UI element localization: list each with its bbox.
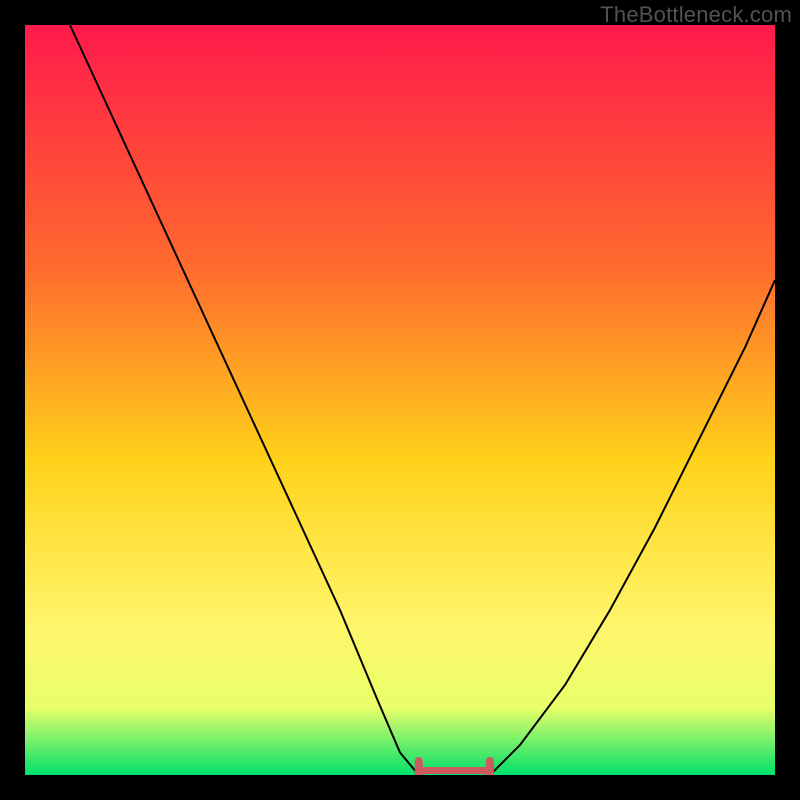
marker-dot	[434, 767, 440, 773]
marker-endcap-left	[415, 757, 423, 775]
marker-dot	[446, 767, 452, 773]
watermark-label: TheBottleneck.com	[600, 2, 792, 28]
bottleneck-chart	[25, 25, 775, 775]
plot-area	[25, 25, 775, 775]
marker-dot	[468, 767, 474, 773]
marker-dot	[457, 767, 463, 773]
gradient-background	[25, 25, 775, 775]
chart-frame: TheBottleneck.com	[0, 0, 800, 800]
marker-endcap-right	[486, 757, 494, 775]
marker-dot	[479, 767, 485, 773]
marker-dot	[423, 767, 429, 773]
